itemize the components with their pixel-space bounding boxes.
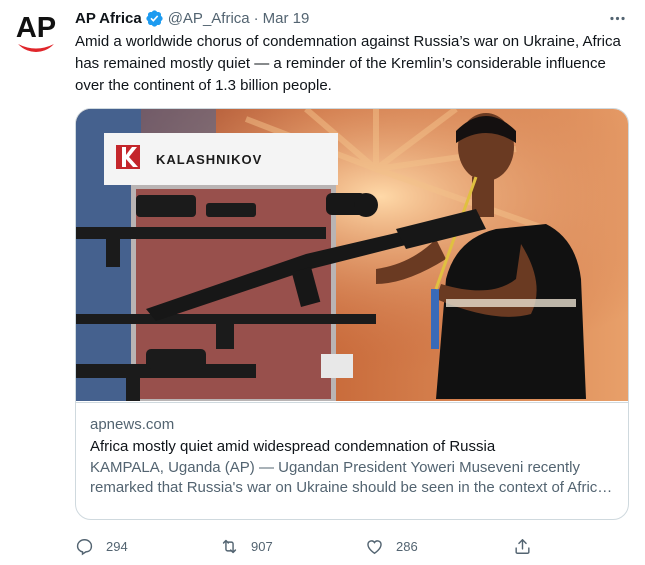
retweet-count: 907 <box>251 538 273 554</box>
reply-count: 294 <box>106 538 128 554</box>
verified-badge-icon <box>145 9 164 28</box>
display-name[interactable]: AP Africa <box>75 10 142 27</box>
more-options-icon[interactable] <box>605 6 629 30</box>
share-icon <box>515 538 530 554</box>
handle[interactable]: @AP_Africa <box>168 10 250 27</box>
heart-icon <box>367 539 382 554</box>
like-button[interactable]: 286 <box>365 537 510 556</box>
retweet-icon <box>222 539 237 553</box>
reply-button[interactable]: 294 <box>75 537 220 556</box>
card-domain: apnews.com <box>90 416 175 433</box>
tweet-date[interactable]: Mar 19 <box>263 10 310 27</box>
link-card[interactable]: KALASHNIKOV apnews.com Africa mostly qui… <box>75 108 629 520</box>
like-count: 286 <box>396 538 418 554</box>
kalashnikov-sign-text: KALASHNIKOV <box>156 152 262 167</box>
share-button[interactable] <box>513 537 544 556</box>
retweet-button[interactable]: 907 <box>220 537 365 556</box>
card-info[interactable]: apnews.com Africa mostly quiet amid wide… <box>76 402 628 519</box>
card-image[interactable]: KALASHNIKOV <box>76 109 628 401</box>
separator-dot: · <box>253 9 259 27</box>
tweet-text: Amid a worldwide chorus of condemnation … <box>75 33 621 94</box>
action-bar: 294 907 286 <box>75 534 555 558</box>
tweet-header: AP Africa @AP_Africa · Mar 19 <box>75 6 629 30</box>
card-title: Africa mostly quiet amid widespread cond… <box>90 438 496 455</box>
reply-icon <box>76 538 93 555</box>
avatar-logo-text: AP <box>16 12 56 44</box>
ap-logo-icon: AP <box>12 4 60 52</box>
card-description: KAMPALA, Uganda (AP) — Ugandan President… <box>90 459 616 496</box>
avatar[interactable]: AP <box>12 4 60 52</box>
tweet[interactable]: AP AP Africa @AP_Africa · Mar 19 Amid a … <box>0 0 645 565</box>
